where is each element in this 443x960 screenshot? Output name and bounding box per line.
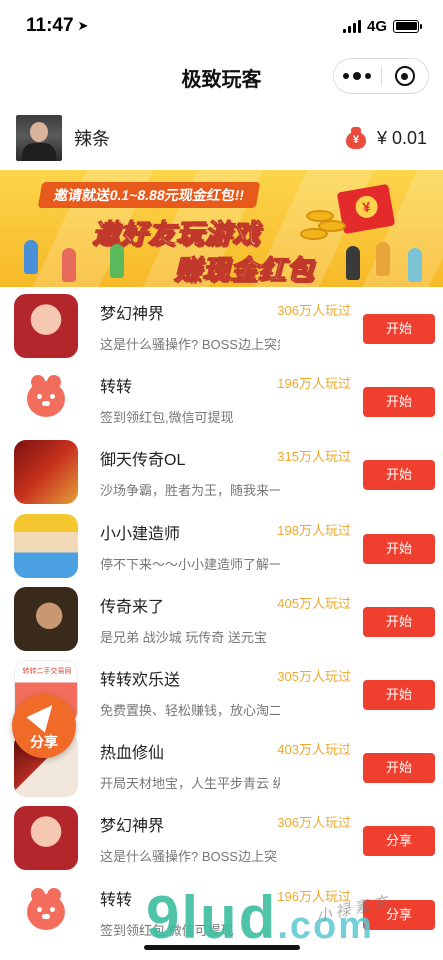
game-name: 小小建造师 xyxy=(100,525,181,543)
game-description: 免费置换、轻松赚钱，放心淘二 xyxy=(100,702,280,718)
cartoon-figure-icon xyxy=(24,240,38,274)
user-row: 辣条 ¥ ¥ 0.01 xyxy=(0,110,443,166)
game-name: 转转 xyxy=(100,891,133,909)
game-description: 这是什么骚操作? BOSS边上突 xyxy=(100,849,277,865)
cartoon-figure-icon xyxy=(110,244,124,278)
floating-share-label: 分享 xyxy=(30,734,58,750)
cartoon-figure-icon xyxy=(376,242,390,276)
balance-amount: ¥ 0.01 xyxy=(376,127,427,148)
legend-ol-icon[interactable] xyxy=(14,440,78,505)
play-count: 198万人玩过 xyxy=(277,522,351,538)
battery-icon xyxy=(393,19,422,33)
game-name: 御天传奇OL xyxy=(100,452,186,470)
nav-bar: 极致玩客 xyxy=(0,52,443,102)
game-name: 传奇来了 xyxy=(100,598,165,616)
play-count: 315万人玩过 xyxy=(277,449,351,465)
game-name: 梦幻神界 xyxy=(100,306,165,323)
start-button[interactable]: 开始 xyxy=(363,606,435,637)
list-item[interactable]: 小小建造师 198万人玩过 停不下来～～小小建造师了解一 开始 xyxy=(0,510,443,583)
game-description: 沙场争霸，胜者为王，随我来一 xyxy=(100,483,280,499)
banner-tagline: 邀请就送0.1~8.88元现金红包!! xyxy=(37,182,261,208)
time-text: 11:47 xyxy=(26,15,74,36)
start-button[interactable]: 开始 xyxy=(363,460,435,491)
miniprogram-capsule xyxy=(333,58,429,94)
list-item[interactable]: 御天传奇OL 315万人玩过 沙场争霸，胜者为王，随我来一 开始 xyxy=(0,436,443,509)
network-type: 4G xyxy=(366,17,387,35)
status-indicators: 4G xyxy=(342,17,422,35)
banner-subheadline: 赚现金红包 xyxy=(174,255,314,286)
floating-share-button[interactable]: 分享 xyxy=(12,694,76,758)
coin-icon xyxy=(300,228,328,240)
status-time: 11:47 ➤ xyxy=(26,15,88,37)
list-item[interactable]: 梦幻神界 306万人玩过 这是什么骚操作? BOSS边上突然 开始 xyxy=(0,290,443,363)
paper-plane-icon xyxy=(26,697,62,733)
start-button[interactable]: 开始 xyxy=(363,679,435,710)
game-description: 停不下来～～小小建造师了解一 xyxy=(100,556,280,572)
dream-realm-icon[interactable] xyxy=(14,806,78,871)
play-count: 306万人玩过 xyxy=(277,815,351,831)
legend-comes-icon[interactable] xyxy=(14,586,78,651)
start-button[interactable]: 开始 xyxy=(363,533,435,564)
play-count: 306万人玩过 xyxy=(277,303,351,318)
play-count: 405万人玩过 xyxy=(277,595,351,611)
more-options-icon[interactable] xyxy=(334,72,381,80)
list-item[interactable]: 传奇来了 405万人玩过 是兄弟 战沙城 玩传奇 送元宝 开始 xyxy=(0,583,443,656)
game-name: 转转 xyxy=(100,379,133,397)
zhuanzhuan-bear-icon[interactable] xyxy=(14,367,78,432)
start-button[interactable]: 开始 xyxy=(363,387,435,418)
wallet[interactable]: ¥ ¥ 0.01 xyxy=(345,127,427,149)
money-bag-icon: ¥ xyxy=(345,127,367,149)
game-description: 是兄弟 战沙城 玩传奇 送元宝 xyxy=(100,629,267,645)
start-button[interactable]: 开始 xyxy=(363,753,435,784)
game-list: 梦幻神界 306万人玩过 这是什么骚操作? BOSS边上突然 开始 转转 196… xyxy=(0,290,443,949)
game-description: 签到领红包,微信可提现 xyxy=(100,410,234,426)
location-arrow-icon: ➤ xyxy=(77,18,89,33)
play-count: 305万人玩过 xyxy=(277,668,351,684)
avatar[interactable] xyxy=(16,115,62,161)
username: 辣条 xyxy=(74,129,110,149)
cartoon-figure-icon xyxy=(346,246,360,280)
game-name: 热血修仙 xyxy=(100,745,165,763)
page-title: 极致玩客 xyxy=(181,68,262,91)
share-button[interactable]: 分享 xyxy=(363,826,435,857)
dream-realm-icon[interactable] xyxy=(14,294,78,358)
status-bar: 11:47 ➤ 4G xyxy=(0,0,443,52)
watermark-text: 9lud xyxy=(146,884,278,951)
game-description: 开局天材地宝，人生平步青云 纵 xyxy=(100,776,280,792)
builder-icon[interactable] xyxy=(14,513,78,578)
invite-banner[interactable]: 邀请就送0.1~8.88元现金红包!! 邀好友玩游戏 赚现金红包 xyxy=(0,170,443,287)
close-miniprogram-icon[interactable] xyxy=(382,66,429,86)
home-indicator[interactable] xyxy=(144,945,300,950)
zhuanzhuan-bear-icon[interactable] xyxy=(14,879,78,944)
list-item[interactable]: 转转 196万人玩过 签到领红包,微信可提现 开始 xyxy=(0,363,443,436)
play-count: 196万人玩过 xyxy=(277,376,351,392)
game-description: 这是什么骚操作? BOSS边上突然 xyxy=(100,337,280,352)
icon-caption: 转转二手交易网 xyxy=(22,667,72,675)
game-name: 梦幻神界 xyxy=(100,818,165,836)
game-name: 转转欢乐送 xyxy=(100,671,181,689)
list-item[interactable]: 梦幻神界 306万人玩过 这是什么骚操作? BOSS边上突 分享 xyxy=(0,802,443,875)
signal-icon xyxy=(342,19,361,33)
cartoon-figure-icon xyxy=(408,248,422,282)
cartoon-figure-icon xyxy=(62,248,76,282)
play-count: 403万人玩过 xyxy=(277,742,351,758)
start-button[interactable]: 开始 xyxy=(363,314,435,344)
